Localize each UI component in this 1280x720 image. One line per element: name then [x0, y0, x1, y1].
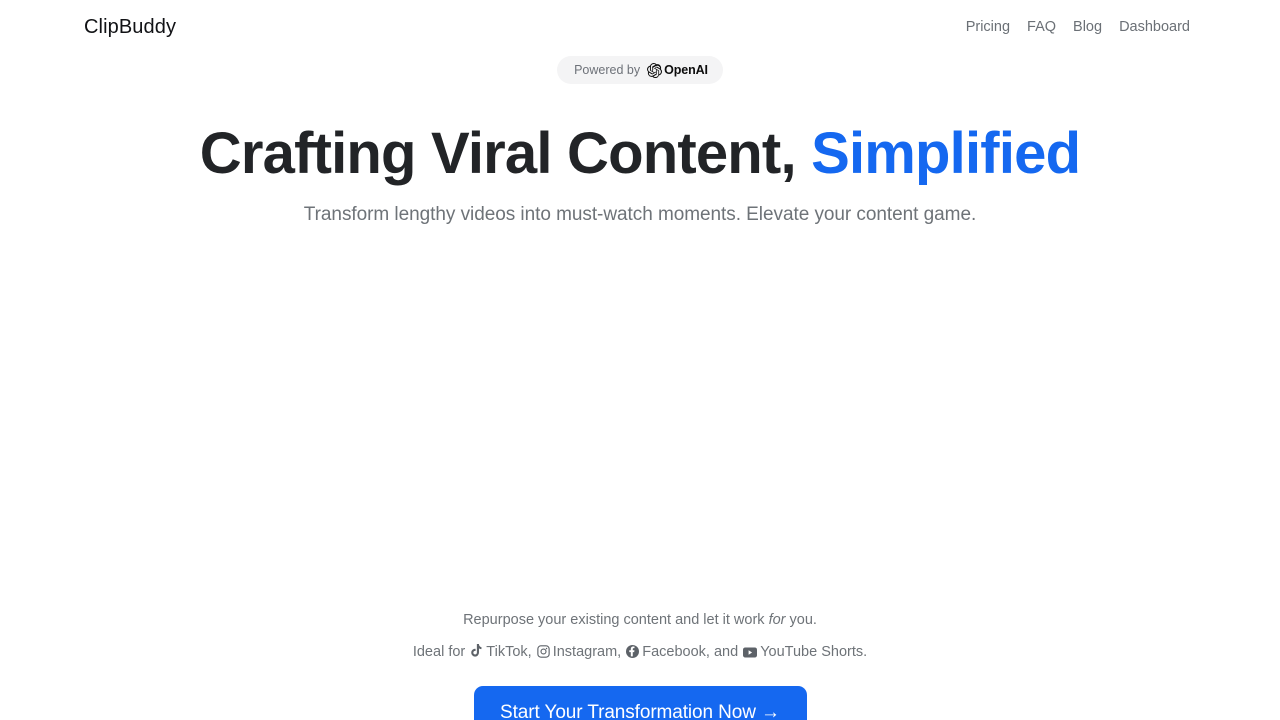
platform-label-youtube: YouTube Shorts.	[760, 644, 868, 660]
nav-link-faq[interactable]: FAQ	[1027, 20, 1056, 35]
page-title: Crafting Viral Content, Simplified	[0, 118, 1280, 190]
supported-platforms-line: Ideal for TikTok, Instagram, Facebook, a…	[0, 642, 1280, 663]
start-transformation-button[interactable]: Start Your Transformation Now →	[473, 686, 807, 720]
instagram-icon	[537, 645, 550, 658]
repurpose-tagline: Repurpose your existing content and let …	[0, 610, 1280, 631]
site-header: ClipBuddy Pricing FAQ Blog Dashboard	[0, 0, 1280, 54]
powered-by-label: Powered by	[574, 62, 641, 77]
nav-link-blog[interactable]: Blog	[1073, 20, 1102, 35]
tiktok-icon	[470, 644, 483, 658]
tagline-emphasis: for	[768, 612, 786, 628]
hero-media-placeholder	[280, 250, 1000, 608]
headline-main-text: Crafting Viral Content,	[199, 121, 812, 186]
tagline-after: you.	[785, 612, 817, 628]
headline-accent-text: Simplified	[811, 121, 1081, 186]
brand-logo[interactable]: ClipBuddy	[84, 17, 176, 37]
cta-row: Start Your Transformation Now →	[0, 686, 1280, 720]
primary-nav: Pricing FAQ Blog Dashboard	[966, 20, 1190, 35]
hero-subtitle: Transform lengthy videos into must-watch…	[303, 204, 977, 225]
hero-section: Crafting Viral Content, Simplified Trans…	[0, 118, 1280, 229]
nav-link-dashboard[interactable]: Dashboard	[1119, 20, 1190, 35]
openai-brand-label: OpenAI	[664, 62, 708, 77]
openai-lockup: OpenAI	[647, 62, 708, 78]
openai-logo-icon	[647, 62, 662, 78]
platform-label-facebook: Facebook, and	[642, 644, 739, 660]
facebook-icon	[626, 645, 640, 658]
powered-by-badge-row: Powered by OpenAI	[0, 56, 1280, 84]
platforms-lead-label: Ideal for	[412, 644, 466, 660]
platform-label-tiktok: TikTok,	[486, 644, 532, 660]
tagline-before: Repurpose your existing content and let …	[463, 612, 769, 628]
nav-link-pricing[interactable]: Pricing	[966, 20, 1010, 35]
hero-footer-copy: Repurpose your existing content and let …	[0, 610, 1280, 663]
landing-page: ClipBuddy Pricing FAQ Blog Dashboard Pow…	[0, 0, 1280, 720]
powered-by-badge[interactable]: Powered by OpenAI	[557, 56, 723, 84]
platform-label-instagram: Instagram,	[552, 644, 622, 660]
youtube-icon	[743, 647, 758, 658]
